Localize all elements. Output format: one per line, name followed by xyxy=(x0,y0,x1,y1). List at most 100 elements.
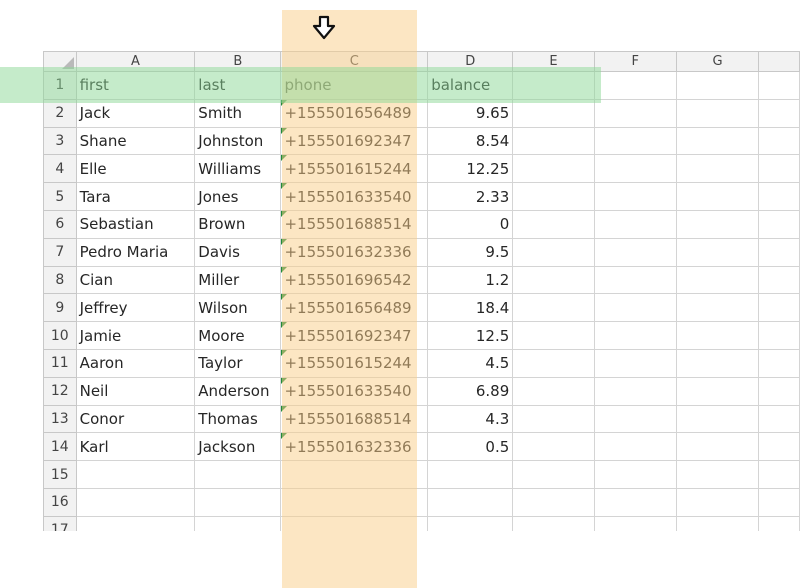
cell-empty[interactable] xyxy=(512,404,595,434)
cell-empty[interactable] xyxy=(512,265,595,295)
column-header-d[interactable]: D xyxy=(427,51,514,72)
cell-empty[interactable] xyxy=(758,237,800,267)
cell-empty[interactable] xyxy=(675,98,760,128)
cell-phone[interactable]: +155501633540 xyxy=(280,182,429,211)
cell-first[interactable]: Conor xyxy=(75,404,196,434)
cell-phone[interactable]: +155501692347 xyxy=(280,321,429,350)
row-header[interactable]: 15 xyxy=(43,460,77,489)
cell-first[interactable]: Jamie xyxy=(75,321,196,350)
cell-empty[interactable] xyxy=(512,98,595,128)
cell-empty[interactable] xyxy=(593,432,677,462)
cell-empty[interactable] xyxy=(593,321,677,350)
cell-last[interactable]: Taylor xyxy=(194,348,282,378)
cell-empty[interactable] xyxy=(675,376,760,406)
cell-empty[interactable] xyxy=(758,182,800,211)
cell-last[interactable] xyxy=(194,487,282,517)
cell-first[interactable]: first xyxy=(75,71,196,100)
cell-empty[interactable] xyxy=(675,348,760,378)
cell-last[interactable]: Brown xyxy=(194,209,282,239)
cell-first[interactable]: Sebastian xyxy=(75,209,196,239)
cell-phone[interactable]: +155501633540 xyxy=(280,376,429,406)
cell-empty[interactable] xyxy=(758,515,800,531)
cell-empty[interactable] xyxy=(675,237,760,267)
column-header-h[interactable] xyxy=(758,51,800,72)
row-header[interactable]: 1 xyxy=(43,71,77,100)
cell-empty[interactable] xyxy=(512,237,595,267)
row-header[interactable]: 3 xyxy=(43,126,77,156)
cell-first[interactable]: Neil xyxy=(75,376,196,406)
cell-balance[interactable]: 6.89 xyxy=(427,376,514,406)
cell-empty[interactable] xyxy=(758,293,800,323)
cell-last[interactable] xyxy=(194,515,282,531)
cell-empty[interactable] xyxy=(675,321,760,350)
cell-balance[interactable]: 1.2 xyxy=(427,265,514,295)
cell-first[interactable]: Jack xyxy=(75,98,196,128)
cell-empty[interactable] xyxy=(593,209,677,239)
row-header[interactable]: 4 xyxy=(43,154,77,184)
cell-phone[interactable]: +155501656489 xyxy=(280,293,429,323)
cell-empty[interactable] xyxy=(593,126,677,156)
cell-balance[interactable]: 9.5 xyxy=(427,237,514,267)
cell-phone[interactable]: phone xyxy=(280,71,429,100)
cell-first[interactable]: Cian xyxy=(75,265,196,295)
cell-balance[interactable]: 4.3 xyxy=(427,404,514,434)
cell-empty[interactable] xyxy=(512,460,595,489)
cell-balance[interactable] xyxy=(427,460,514,489)
cell-empty[interactable] xyxy=(593,404,677,434)
cell-empty[interactable] xyxy=(758,71,800,100)
cell-last[interactable]: Davis xyxy=(194,237,282,267)
cell-empty[interactable] xyxy=(675,182,760,211)
cell-empty[interactable] xyxy=(758,487,800,517)
column-header-c[interactable]: C xyxy=(280,51,429,72)
cell-empty[interactable] xyxy=(758,460,800,489)
cell-empty[interactable] xyxy=(675,293,760,323)
cell-empty[interactable] xyxy=(593,487,677,517)
cell-first[interactable]: Shane xyxy=(75,126,196,156)
column-header-e[interactable]: E xyxy=(512,51,595,72)
column-header-a[interactable]: A xyxy=(75,51,196,72)
cell-empty[interactable] xyxy=(675,71,760,100)
cell-balance[interactable]: 9.65 xyxy=(427,98,514,128)
cell-empty[interactable] xyxy=(512,432,595,462)
cell-empty[interactable] xyxy=(512,321,595,350)
cell-empty[interactable] xyxy=(758,348,800,378)
cell-empty[interactable] xyxy=(512,376,595,406)
cell-phone[interactable]: +155501615244 xyxy=(280,154,429,184)
cell-balance[interactable]: 0 xyxy=(427,209,514,239)
cell-balance[interactable]: 12.25 xyxy=(427,154,514,184)
cell-phone[interactable]: +155501632336 xyxy=(280,237,429,267)
cell-balance[interactable] xyxy=(427,487,514,517)
cell-first[interactable]: Karl xyxy=(75,432,196,462)
cell-first[interactable]: Jeffrey xyxy=(75,293,196,323)
row-header[interactable]: 14 xyxy=(43,432,77,462)
cell-empty[interactable] xyxy=(593,348,677,378)
cell-empty[interactable] xyxy=(758,154,800,184)
cell-phone[interactable]: +155501688514 xyxy=(280,404,429,434)
cell-empty[interactable] xyxy=(593,376,677,406)
cell-empty[interactable] xyxy=(512,293,595,323)
row-header[interactable]: 11 xyxy=(43,348,77,378)
cell-empty[interactable] xyxy=(593,293,677,323)
cell-empty[interactable] xyxy=(675,515,760,531)
cell-empty[interactable] xyxy=(512,182,595,211)
cell-last[interactable]: Smith xyxy=(194,98,282,128)
row-header[interactable]: 9 xyxy=(43,293,77,323)
cell-empty[interactable] xyxy=(593,71,677,100)
cell-balance[interactable]: 8.54 xyxy=(427,126,514,156)
cell-empty[interactable] xyxy=(758,98,800,128)
cell-empty[interactable] xyxy=(593,460,677,489)
cell-empty[interactable] xyxy=(593,98,677,128)
cell-empty[interactable] xyxy=(758,265,800,295)
cell-empty[interactable] xyxy=(758,432,800,462)
row-header[interactable]: 5 xyxy=(43,182,77,211)
cell-empty[interactable] xyxy=(512,126,595,156)
row-header[interactable]: 2 xyxy=(43,98,77,128)
cell-empty[interactable] xyxy=(675,404,760,434)
row-header[interactable]: 10 xyxy=(43,321,77,350)
select-all-corner[interactable] xyxy=(43,51,77,72)
cell-first[interactable]: Aaron xyxy=(75,348,196,378)
cell-empty[interactable] xyxy=(758,404,800,434)
cell-first[interactable] xyxy=(75,487,196,517)
cell-phone[interactable]: +155501632336 xyxy=(280,432,429,462)
cell-empty[interactable] xyxy=(593,515,677,531)
